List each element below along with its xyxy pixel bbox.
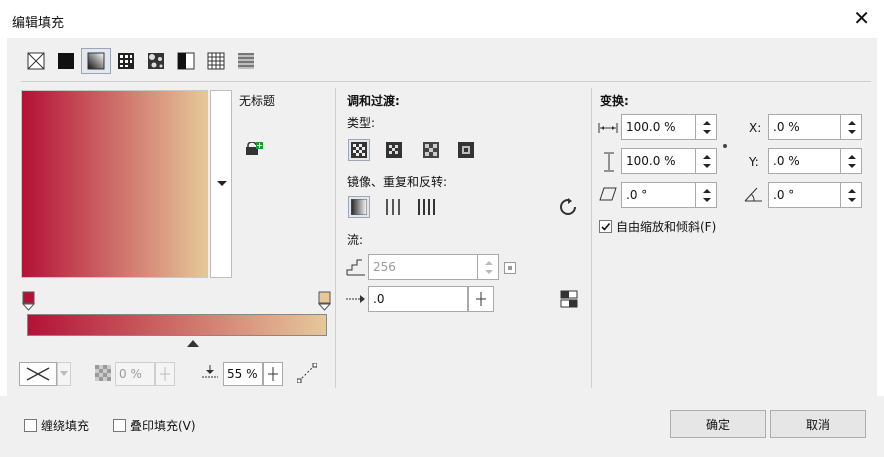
opacity-control: 0 %	[95, 362, 175, 386]
skew-input[interactable]: .0 °	[621, 182, 699, 208]
smooth-transition-icon[interactable]	[296, 362, 318, 386]
gradient-bar[interactable]	[27, 314, 327, 336]
bitmap-pattern-fill-icon[interactable]	[141, 48, 171, 74]
skew-spinner[interactable]	[695, 182, 717, 208]
fill-type-toolbar	[21, 48, 261, 74]
height-icon	[604, 152, 614, 175]
width-icon	[598, 122, 618, 136]
conical-type-icon[interactable]	[420, 139, 442, 161]
midpoint-slider[interactable]	[187, 340, 199, 347]
steps-input[interactable]: 256	[368, 254, 478, 280]
end-color-stop[interactable]	[317, 291, 332, 314]
two-color-pattern-fill-icon[interactable]	[171, 48, 201, 74]
cancel-button[interactable]: 取消	[770, 410, 866, 438]
blend-heading: 调和过渡:	[347, 94, 400, 108]
chevron-down-icon	[217, 181, 227, 186]
link-dot-icon[interactable]	[722, 138, 728, 152]
skew-icon	[599, 187, 617, 204]
reverse-icon[interactable]	[559, 198, 577, 219]
acceleration-icon	[201, 364, 219, 384]
rotate-input[interactable]: .0 °	[768, 182, 842, 208]
blend-acceleration-input[interactable]: .0	[368, 286, 468, 312]
dialog-body: 无标题 0 % 55 % 调和过渡: 类型: 镜像、重复和反转: 流: 256 …	[7, 38, 877, 396]
preset-name: 无标题	[239, 94, 276, 108]
x-label: X:	[749, 121, 762, 135]
title-bar: 编辑填充 ✕	[0, 0, 884, 38]
add-preset-icon[interactable]	[245, 141, 263, 159]
postscript-fill-icon[interactable]	[231, 48, 261, 74]
mirror-label: 镜像、重复和反转:	[347, 175, 448, 189]
uniform-fill-icon[interactable]	[51, 48, 81, 74]
vector-pattern-fill-icon[interactable]	[111, 48, 141, 74]
chevron-down-icon[interactable]	[57, 362, 71, 386]
acceleration-control: 55 %	[201, 362, 318, 386]
steps-spinner[interactable]	[477, 254, 499, 280]
type-label: 类型:	[347, 116, 376, 130]
blend-mode-icon[interactable]	[19, 362, 57, 386]
toolbar-divider	[21, 81, 871, 82]
no-fill-icon[interactable]	[21, 48, 51, 74]
repeat-blend-icon[interactable]	[416, 196, 438, 218]
width-input[interactable]: 100.0 %	[621, 114, 699, 140]
blend-acceleration-slider-icon[interactable]	[468, 286, 494, 312]
acceleration-arrow-icon	[346, 293, 366, 307]
column-divider	[591, 88, 592, 388]
y-label: Y:	[749, 155, 759, 169]
dialog-footer: 缠绕填充 叠印填充(V) 确定 取消	[0, 396, 884, 457]
width-spinner[interactable]	[695, 114, 717, 140]
column-divider	[335, 88, 336, 388]
flow-label: 流:	[347, 233, 364, 247]
fountain-fill-icon[interactable]	[81, 48, 111, 74]
ok-button[interactable]: 确定	[670, 410, 766, 438]
opacity-input[interactable]: 0 %	[115, 362, 155, 386]
free-scale-checkbox[interactable]: 自由缩放和倾斜(F)	[599, 218, 716, 235]
dialog-title: 编辑填充	[12, 16, 65, 31]
blend-mode-picker[interactable]	[19, 362, 71, 386]
lock-steps-icon[interactable]	[504, 262, 516, 277]
wrap-fill-checkbox[interactable]: 缠绕填充	[24, 417, 89, 434]
close-icon[interactable]: ✕	[853, 6, 870, 30]
checkbox-icon[interactable]	[113, 419, 126, 432]
overprint-fill-label: 叠印填充(V)	[130, 419, 196, 433]
checker-icon	[95, 364, 111, 384]
free-scale-label: 自由缩放和倾斜(F)	[616, 220, 717, 234]
checkbox-checked-icon[interactable]	[599, 220, 612, 233]
x-spinner[interactable]	[840, 114, 862, 140]
distribution-icon[interactable]	[560, 290, 578, 311]
x-input[interactable]: .0 %	[768, 114, 842, 140]
steps-icon	[346, 258, 366, 279]
checkbox-icon[interactable]	[24, 419, 37, 432]
default-blend-icon[interactable]	[348, 196, 370, 218]
wrap-fill-label: 缠绕填充	[41, 419, 90, 433]
height-spinner[interactable]	[695, 148, 717, 174]
texture-fill-icon[interactable]	[201, 48, 231, 74]
rotate-spinner[interactable]	[840, 182, 862, 208]
linear-type-icon[interactable]	[348, 139, 370, 161]
start-color-stop[interactable]	[21, 291, 36, 314]
acceleration-input[interactable]: 55 %	[223, 362, 263, 386]
y-input[interactable]: .0 %	[768, 148, 842, 174]
elliptical-type-icon[interactable]	[383, 139, 405, 161]
acceleration-slider-icon[interactable]	[263, 362, 283, 386]
preset-dropdown[interactable]	[210, 90, 232, 278]
transform-heading: 变换:	[600, 94, 629, 108]
y-spinner[interactable]	[840, 148, 862, 174]
rotate-icon	[744, 185, 764, 206]
rectangular-type-icon[interactable]	[455, 139, 477, 161]
edit-fill-dialog: 编辑填充 ✕ 无标题 0 % 55 % 调和过渡: 类型: 镜像、重复和反转: …	[0, 0, 884, 457]
overprint-fill-checkbox[interactable]: 叠印填充(V)	[113, 417, 196, 434]
fill-preview	[21, 90, 208, 278]
mirror-blend-icon[interactable]	[383, 196, 405, 218]
height-input[interactable]: 100.0 %	[621, 148, 699, 174]
opacity-slider-icon[interactable]	[155, 362, 175, 386]
